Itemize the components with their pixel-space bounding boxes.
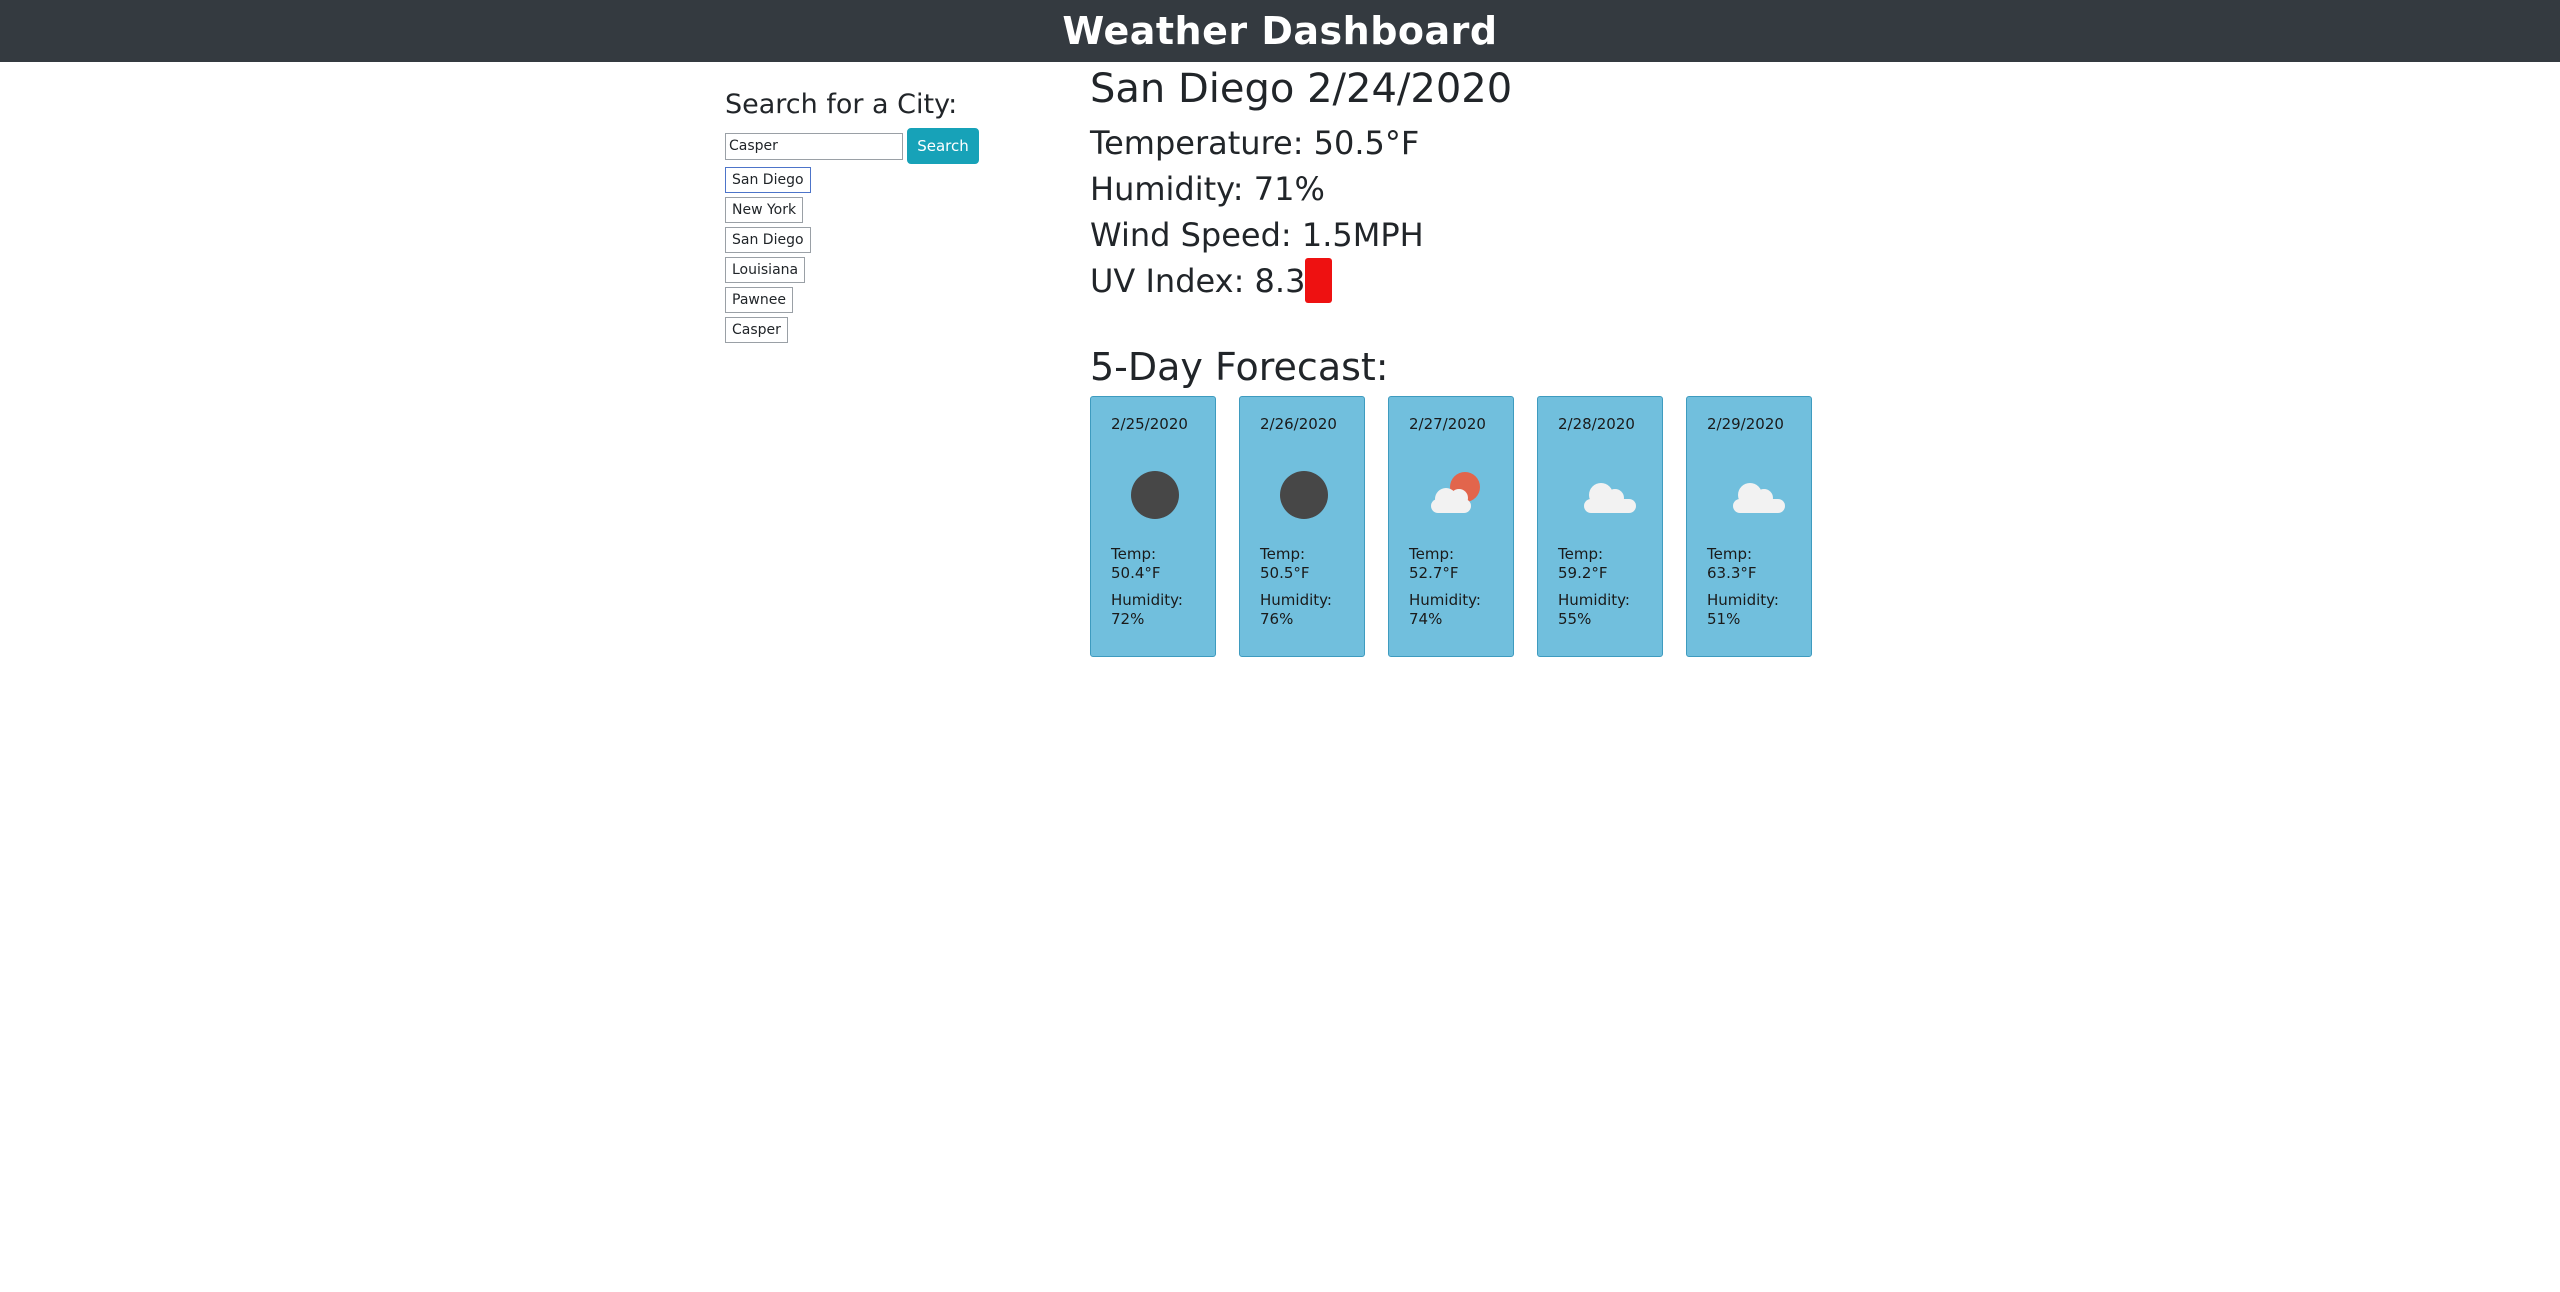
- forecast-humidity: Humidity: 55%: [1558, 591, 1630, 629]
- forecast-temp-label: Temp:: [1409, 545, 1455, 563]
- forecast-humidity-label: Humidity:: [1260, 591, 1332, 609]
- weather-panel: San Diego 2/24/2020 Temperature: 50.5°F …: [1090, 62, 1990, 657]
- forecast-humidity-label: Humidity:: [1111, 591, 1183, 609]
- search-heading: Search for a City:: [725, 89, 958, 120]
- forecast-temp: Temp: 63.3°F: [1707, 545, 1757, 583]
- forecast-date: 2/27/2020: [1409, 415, 1486, 433]
- app-title: Weather Dashboard: [1062, 9, 1498, 53]
- cloud-icon: [1584, 483, 1636, 513]
- search-history: San Diego New York San Diego Louisiana P…: [725, 167, 1025, 343]
- current-wind-speed: Wind Speed: 1.5MPH: [1090, 216, 1424, 254]
- night-clear-icon: [1131, 471, 1179, 519]
- history-item-new-york[interactable]: New York: [725, 197, 804, 223]
- forecast-date: 2/26/2020: [1260, 415, 1337, 433]
- forecast-card: 2/27/2020 Temp: 52.7°F Humidity: 74%: [1388, 396, 1514, 657]
- forecast-humidity-value: 72%: [1111, 610, 1145, 628]
- forecast-temp-value: 63.3°F: [1707, 564, 1757, 582]
- forecast-temp: Temp: 52.7°F: [1409, 545, 1459, 583]
- forecast-temp-value: 52.7°F: [1409, 564, 1459, 582]
- search-button[interactable]: Search: [907, 128, 979, 164]
- current-city-title: San Diego 2/24/2020: [1090, 66, 1513, 112]
- forecast-temp: Temp: 50.5°F: [1260, 545, 1310, 583]
- forecast-humidity-value: 74%: [1409, 610, 1443, 628]
- forecast-card: 2/26/2020 Temp: 50.5°F Humidity: 76%: [1239, 396, 1365, 657]
- night-clear-icon: [1280, 471, 1328, 519]
- forecast-temp-value: 50.5°F: [1260, 564, 1310, 582]
- partly-cloudy-icon: [1431, 472, 1480, 513]
- current-temperature: Temperature: 50.5°F: [1090, 124, 1420, 162]
- forecast-temp-label: Temp:: [1111, 545, 1157, 563]
- forecast-temp: Temp: 50.4°F: [1111, 545, 1161, 583]
- history-item-san-diego-2[interactable]: San Diego: [725, 227, 811, 253]
- forecast-card: 2/28/2020 Temp: 59.2°F Humidity: 55%: [1537, 396, 1663, 657]
- forecast-humidity: Humidity: 74%: [1409, 591, 1481, 629]
- search-row: Search: [725, 128, 1025, 164]
- search-panel: Search for a City: Search San Diego New …: [725, 84, 1025, 347]
- forecast-humidity-label: Humidity:: [1409, 591, 1481, 609]
- forecast-temp-label: Temp:: [1707, 545, 1753, 563]
- cloud-icon: [1733, 483, 1785, 513]
- forecast-date: 2/25/2020: [1111, 415, 1188, 433]
- forecast-cards: 2/25/2020 Temp: 50.4°F Humidity: 72% 2/2…: [1090, 396, 1990, 657]
- forecast-humidity: Humidity: 72%: [1111, 591, 1183, 629]
- city-search-input[interactable]: [725, 132, 903, 160]
- forecast-humidity-value: 51%: [1707, 610, 1741, 628]
- forecast-card: 2/29/2020 Temp: 63.3°F Humidity: 51%: [1686, 396, 1812, 657]
- current-uv-row: UV Index: 8.3: [1090, 257, 1990, 304]
- forecast-temp-value: 50.4°F: [1111, 564, 1161, 582]
- forecast-humidity-label: Humidity:: [1707, 591, 1779, 609]
- history-item-casper[interactable]: Casper: [725, 317, 788, 343]
- forecast-temp-label: Temp:: [1558, 545, 1604, 563]
- history-item-pawnee[interactable]: Pawnee: [725, 287, 793, 313]
- forecast-humidity: Humidity: 51%: [1707, 591, 1779, 629]
- forecast-card: 2/25/2020 Temp: 50.4°F Humidity: 72%: [1090, 396, 1216, 657]
- navbar: Weather Dashboard: [0, 0, 2560, 62]
- current-uv-index: UV Index: 8.3: [1090, 262, 1306, 300]
- forecast-humidity-value: 55%: [1558, 610, 1592, 628]
- forecast-temp-label: Temp:: [1260, 545, 1306, 563]
- forecast-date: 2/28/2020: [1558, 415, 1635, 433]
- forecast-temp: Temp: 59.2°F: [1558, 545, 1608, 583]
- forecast-humidity-value: 76%: [1260, 610, 1294, 628]
- current-humidity: Humidity: 71%: [1090, 170, 1325, 208]
- forecast-temp-value: 59.2°F: [1558, 564, 1608, 582]
- forecast-heading: 5-Day Forecast:: [1090, 345, 1389, 389]
- forecast-date: 2/29/2020: [1707, 415, 1784, 433]
- history-item-louisiana[interactable]: Louisiana: [725, 257, 806, 283]
- forecast-humidity-label: Humidity:: [1558, 591, 1630, 609]
- forecast-humidity: Humidity: 76%: [1260, 591, 1332, 629]
- uv-severity-badge: [1305, 257, 1333, 303]
- history-item-san-diego[interactable]: San Diego: [725, 167, 811, 193]
